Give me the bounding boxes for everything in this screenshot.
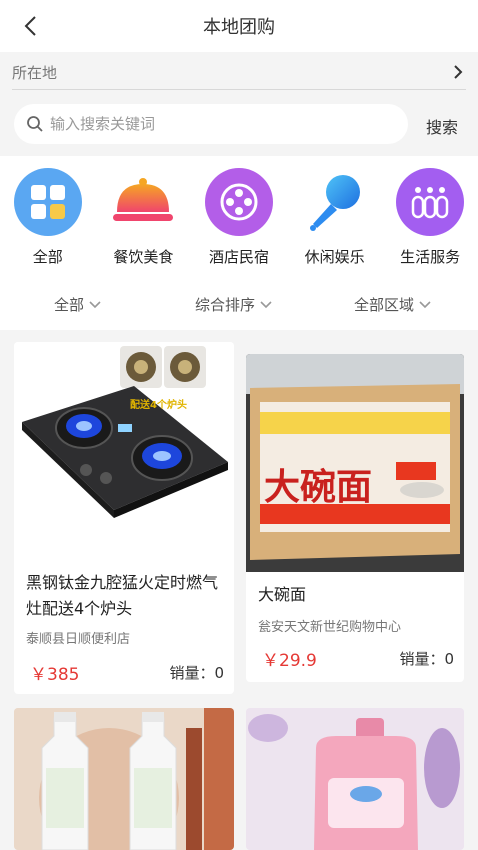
category-life-service[interactable]: 生活服务 <box>382 156 478 278</box>
bottles-icon <box>396 168 465 236</box>
image-caption: 配送4个炉头 <box>130 400 187 411</box>
food-cloche-icon <box>109 168 177 236</box>
grid-icon <box>13 168 82 236</box>
filter-label: 全部区域 <box>354 296 415 314</box>
product-sales: 销量：0 <box>169 664 224 682</box>
search-bar: 搜索 <box>0 92 478 156</box>
category-nav: 全部 餐饮美食 酒店民宿 休闲娱乐 生活服务 <box>0 156 478 278</box>
search-box[interactable] <box>14 104 408 144</box>
filter-bar: 全部 综合排序 全部区域 <box>0 278 478 330</box>
category-label: 生活服务 <box>400 248 461 266</box>
filter-label: 全部 <box>54 296 85 314</box>
location-placeholder: 所在地 <box>12 64 58 82</box>
category-label: 酒店民宿 <box>208 248 269 266</box>
shop-name: 瓮安天文新世纪购物中心 <box>258 620 402 635</box>
filter-sort[interactable]: 综合排序 <box>195 294 273 315</box>
product-image <box>14 708 234 850</box>
filter-all[interactable]: 全部 <box>54 294 102 315</box>
header: 本地团购 <box>0 0 478 52</box>
product-name: 大碗面 <box>258 585 307 604</box>
pipette-icon <box>301 168 369 236</box>
category-leisure[interactable]: 休闲娱乐 <box>287 156 383 278</box>
product-image <box>246 708 464 850</box>
category-all[interactable]: 全部 <box>0 156 96 278</box>
search-input[interactable] <box>50 115 380 133</box>
location-selector[interactable]: 所在地 <box>0 52 478 92</box>
product-price: ￥385 <box>30 665 80 685</box>
search-icon <box>27 116 43 132</box>
category-hotel[interactable]: 酒店民宿 <box>191 156 287 278</box>
product-image: 大碗面 <box>246 354 464 572</box>
image-caption: 大碗面 <box>264 466 373 508</box>
divider <box>12 89 466 90</box>
product-grid: 配送4个炉头 黑钢钛金九腔猛火定时燃气灶配送4个炉头 泰顺县日顺便利店 ￥385… <box>0 330 478 850</box>
page-title: 本地团购 <box>203 17 275 38</box>
chevron-down-icon <box>419 300 431 308</box>
shop-name: 泰顺县日顺便利店 <box>26 632 131 647</box>
category-label: 休闲娱乐 <box>304 248 365 266</box>
category-food[interactable]: 餐饮美食 <box>96 156 192 278</box>
chevron-left-icon[interactable] <box>20 14 44 38</box>
filter-area[interactable]: 全部区域 <box>354 294 432 315</box>
chevron-down-icon <box>260 300 272 308</box>
chevron-right-icon <box>454 65 463 79</box>
product-name: 黑钢钛金九腔猛火定时燃气灶配送4个炉头 <box>26 573 219 618</box>
search-button[interactable]: 搜索 <box>426 114 458 138</box>
film-reel-icon <box>204 168 273 236</box>
chevron-down-icon <box>89 300 101 308</box>
product-card[interactable] <box>246 708 464 850</box>
product-sales: 销量：0 <box>399 650 454 668</box>
category-label: 餐饮美食 <box>113 248 174 266</box>
category-label: 全部 <box>32 248 63 266</box>
product-card[interactable] <box>14 708 234 850</box>
product-price: ￥29.9 <box>262 651 317 671</box>
product-card[interactable]: 大碗面 大碗面 瓮安天文新世纪购物中心 ￥29.9 销量：0 <box>246 354 464 682</box>
product-image: 配送4个炉头 <box>14 342 234 562</box>
product-card[interactable]: 配送4个炉头 黑钢钛金九腔猛火定时燃气灶配送4个炉头 泰顺县日顺便利店 ￥385… <box>14 342 234 694</box>
filter-label: 综合排序 <box>195 296 256 314</box>
